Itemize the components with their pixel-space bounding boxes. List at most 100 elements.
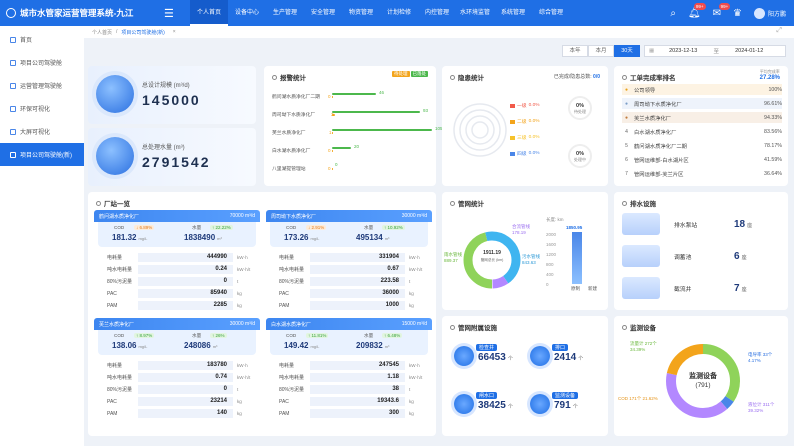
plant-metric-row: 80%污泥量 38 t — [279, 385, 411, 394]
alarm-row: 白水湖水质净化厂 20 0 — [272, 144, 456, 154]
plant-metric-row: 80%污泥量 223.58 t — [279, 277, 411, 286]
title-dot-icon — [272, 74, 277, 80]
message-icon[interactable]: ✉︎ 99+ — [713, 2, 731, 19]
nav-item-system[interactable]: 系统管理 — [494, 0, 532, 26]
sidebar-item-project-cockpit-new[interactable]: 项目公司驾驶舱(新) — [0, 143, 84, 166]
date-range-picker[interactable]: ▦ 2023-12-13 至 2024-01-12 — [644, 45, 786, 57]
alarm-bar-handled — [332, 168, 333, 170]
alarm-bar: 20 0 — [328, 144, 360, 153]
tab-close-icon[interactable]: × — [173, 29, 176, 35]
cod-trend-tag: ↓ 6.89% — [134, 225, 155, 230]
ranking-row: ● 周司坳下水质净化厂 96.61% — [622, 98, 782, 109]
alarm-row: 芙兰水质净化厂 105 1 — [272, 126, 456, 136]
breadcrumb-home[interactable]: 个人首页 — [92, 29, 112, 36]
pump-station-icon — [622, 213, 660, 235]
water-value: 248086 m³ — [184, 341, 218, 350]
hazard-level-row: 四级 0.0% — [510, 150, 540, 157]
alarm-row: 八里湖提管理站 0 0 — [272, 162, 456, 172]
facility-item[interactable]: 闸水口 38425 个 — [454, 392, 526, 416]
main-nav: 个人首页 设备中心 生产管理 安全管理 物资管理 计划检修 内控管理 水环境监管… — [190, 0, 570, 26]
nav-item-production[interactable]: 生产管理 — [266, 0, 304, 26]
user-menu[interactable]: 阳方鹏 — [753, 7, 786, 19]
breadcrumb: 个人首页 / 项目公司驾驶舱(新) × — [84, 26, 794, 38]
sidebar-item-env-vis[interactable]: 环保可视化 — [0, 97, 84, 120]
plant-metric-row: 吨水电耗量 0.24 kW·h/t — [107, 265, 251, 274]
plant-header: 白水湖水质净化厂 15000 m³/d — [266, 318, 432, 330]
facility-item[interactable]: 监测设备 791 个 — [530, 392, 602, 416]
title-dot-icon — [450, 200, 455, 206]
breadcrumb-current[interactable]: 项目公司驾驶舱(新) — [121, 29, 164, 36]
bell-icon[interactable]: 🔔︎ 99+ — [688, 2, 706, 19]
title-dot-icon — [622, 200, 627, 206]
plant-card[interactable]: 周司坳下水质净化厂 30000 m³/d COD ↓ 2.91% 173.26 mg/L 水… — [266, 210, 432, 320]
start-date[interactable]: 2023-12-13 — [658, 48, 708, 54]
water-drop-icon — [96, 137, 134, 175]
ranking-row: 6 管网运维部-白水湖片区 41.59% — [622, 154, 782, 165]
plant-card[interactable]: 白水湖水质净化厂 15000 m³/d COD ↑ 11.81% 149.42 mg/L 水… — [266, 318, 432, 428]
plant-indicators: COD ↓ 6.89% 181.32 mg/L 水量 ↑ 22.22% 1838490 m³ — [98, 222, 256, 247]
legend-swatch — [510, 135, 515, 140]
ranking-row: 5 鹤问湖水质净化厂二期 78.17% — [622, 140, 782, 151]
water-trend-tag: ↑ 26% — [210, 333, 227, 338]
drain-facility-row[interactable]: 截流井 7 座 — [622, 276, 782, 300]
plant-metric-row: 吨水电耗量 1.18 kW·h/t — [279, 373, 423, 382]
drain-facility-row[interactable]: 排水泵站 18 座 — [622, 212, 782, 236]
plant-metric-row: 80%污泥量 0 t — [107, 385, 239, 394]
fullscreen-icon[interactable]: ⤢ — [776, 27, 782, 35]
plant-name: 鹤问湖水质净化厂 — [99, 213, 140, 220]
plant-card[interactable]: 鹤问湖水质净化厂 70000 m³/d COD ↓ 6.89% 181.32 mg/L 水量… — [94, 210, 260, 320]
filter-30days-tab[interactable]: 30天 — [614, 45, 640, 57]
plant-indicators: COD ↑ 8.97% 138.06 mg/L 水量 ↑ 26% 248086 m³ — [98, 330, 256, 355]
search-icon[interactable]: ⌕ — [670, 8, 676, 19]
pipe-stats-card: 管网统计 1911.19 管网总长 (km) 雨水管线 889.37 污水管线 … — [442, 192, 608, 310]
filter-year-tab[interactable]: 本年 — [562, 45, 588, 57]
alarm-bar-pending — [332, 111, 420, 113]
end-date[interactable]: 2024-01-12 — [724, 48, 774, 54]
alarm-bar-pending — [332, 129, 432, 131]
kpi-design-scale: 总设计规模 (m³/d) 145000 — [88, 66, 256, 124]
water-value: 495134 m³ — [356, 233, 390, 242]
alarm-bar-pending — [332, 93, 376, 95]
drain-facility-row[interactable]: 调蓄池 6 座 — [622, 244, 782, 268]
nav-item-maintenance[interactable]: 计划检修 — [380, 0, 418, 26]
nav-item-materials[interactable]: 物资管理 — [342, 0, 380, 26]
logo-icon — [6, 8, 16, 18]
water-value: 1838490 m³ — [184, 233, 222, 242]
kpi-value: 2791542 — [142, 154, 211, 170]
env-icon — [10, 105, 16, 112]
nav-item-home[interactable]: 个人首页 — [190, 0, 228, 26]
plant-name: 白水湖水质净化厂 — [271, 321, 312, 328]
nav-item-water-env[interactable]: 水环境监管 — [456, 0, 494, 26]
manhole-icon — [454, 346, 474, 366]
sidebar-item-ops-cockpit[interactable]: 运营管理驾驶舱 — [0, 74, 84, 97]
hazard-rings — [453, 103, 507, 157]
nav-item-control[interactable]: 内控管理 — [418, 0, 456, 26]
sidebar-item-screen-vis[interactable]: 大屏可视化 — [0, 120, 84, 143]
nav-item-general[interactable]: 综合管理 — [532, 0, 570, 26]
filter-month-tab[interactable]: 本月 — [588, 45, 614, 57]
cod-trend-tag: ↑ 11.81% — [306, 333, 329, 338]
nav-item-device[interactable]: 设备中心 — [228, 0, 266, 26]
plant-capacity: 15000 m³/d — [401, 321, 427, 327]
ranking-row: 4 白水湖水质净化厂 83.56% — [622, 126, 782, 137]
nav-item-safety[interactable]: 安全管理 — [304, 0, 342, 26]
hazard-level-row: 三级 0.0% — [510, 134, 540, 141]
pipe-total: 1911.19 — [483, 250, 501, 256]
pipe-facility-card: 管网附属设施 — [442, 316, 608, 436]
alarm-stats-card: 报警统计 待处理 已落处 鹤问湖水质净化厂二期 46 0 周司坳下水质净化厂 93 3 芙兰… — [264, 66, 443, 186]
monitor-total: (791) — [695, 382, 711, 389]
water-cube-icon — [96, 75, 134, 113]
plant-card[interactable]: 芙兰水质净化厂 30000 m³/d COD ↑ 8.97% 138.06 mg/L 水量 ↑… — [94, 318, 260, 428]
menu-toggle-icon[interactable]: ☰ — [164, 7, 178, 20]
cod-value: 149.42 mg/L — [284, 341, 320, 350]
hazard-level-row: 二级 0.0% — [510, 118, 540, 125]
alarm-row: 鹤问湖水质净化厂二期 46 0 — [272, 90, 456, 100]
skin-icon[interactable]: ♛ — [733, 8, 742, 19]
facility-item[interactable]: 排口 2414 个 — [530, 344, 602, 368]
water-trend-tag: ↑ 10.92% — [382, 225, 405, 230]
pipe-bar-original — [572, 232, 582, 284]
facility-item[interactable]: 检查井 66453 个 — [454, 344, 526, 368]
date-filter: 本年 本月 30天 ▦ 2023-12-13 至 2024-01-12 — [0, 45, 794, 57]
alarm-bar: 105 1 — [329, 126, 443, 135]
plant-capacity: 30000 m³/d — [401, 213, 427, 219]
